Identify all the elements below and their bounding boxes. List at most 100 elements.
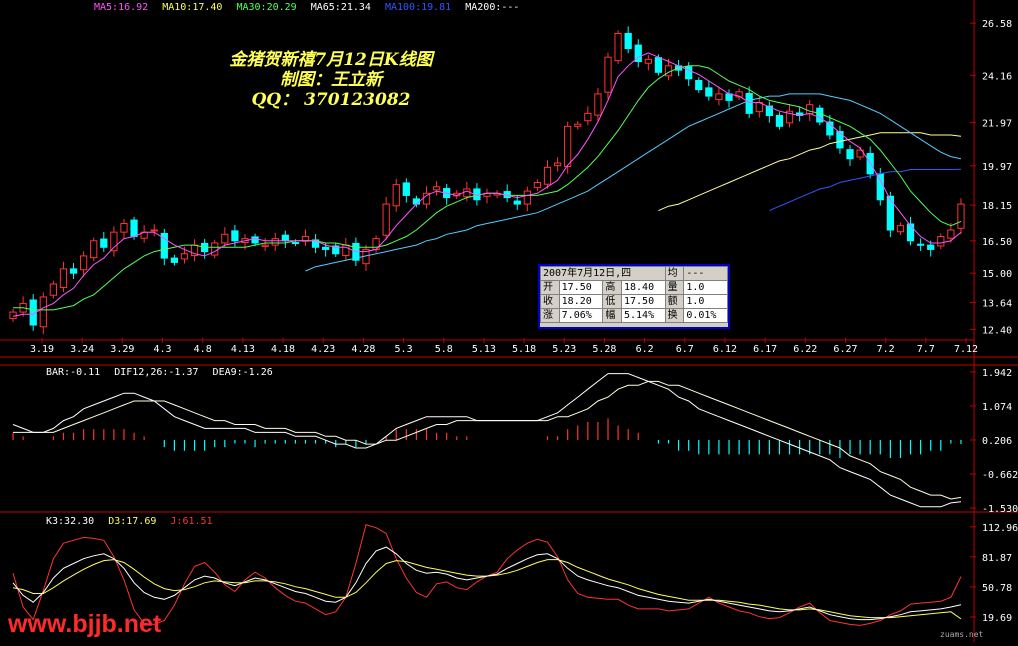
info-value: 17.50 xyxy=(558,280,604,295)
info-value: --- xyxy=(683,266,728,281)
x-tick-label: 4.3 xyxy=(153,344,171,355)
info-label: 高 xyxy=(602,280,622,295)
site-watermark: www.bjjb.net xyxy=(8,610,162,638)
info-value: 18.20 xyxy=(558,294,604,309)
candle-body xyxy=(9,311,17,320)
kdj-legend-item: K3:32.30 xyxy=(46,516,95,527)
x-tick-label: 4.23 xyxy=(311,344,335,355)
candle-body xyxy=(957,203,965,229)
candle-body xyxy=(291,242,300,245)
ma65-line xyxy=(658,132,962,212)
ma-legend-item: MA10:17.40 xyxy=(162,2,223,13)
candle-body xyxy=(906,223,915,242)
x-tick-label: 5.18 xyxy=(512,344,536,355)
y-tick-label: -1.530 xyxy=(982,504,1018,515)
y-tick-label: 0.206 xyxy=(982,436,1012,447)
chart-author: 制图：王立新 xyxy=(280,70,382,90)
candle-body xyxy=(715,93,723,101)
x-tick-label: 7.7 xyxy=(917,344,935,355)
candle-body xyxy=(543,166,552,185)
candle-body xyxy=(705,87,713,97)
candle-body xyxy=(654,57,663,73)
x-tick-label: 6.27 xyxy=(833,344,857,355)
candle-body xyxy=(947,229,955,239)
candle-body xyxy=(271,238,279,246)
candle-body xyxy=(322,246,330,250)
candle-body xyxy=(886,195,894,231)
candle-body xyxy=(574,123,582,127)
y-tick-label: 19.97 xyxy=(982,162,1012,173)
x-tick-label: 6.7 xyxy=(676,344,694,355)
info-label: 幅 xyxy=(602,308,622,323)
y-tick-label: 1.074 xyxy=(982,402,1012,413)
y-tick-label: 19.69 xyxy=(982,613,1012,624)
candle-body xyxy=(90,240,98,259)
y-tick-label: -0.662 xyxy=(982,470,1018,481)
x-tick-label: 4.28 xyxy=(351,344,375,355)
info-label: 额 xyxy=(664,294,685,309)
info-label: 涨 xyxy=(540,308,560,323)
ma5-line xyxy=(12,52,962,317)
candle-body xyxy=(80,255,88,271)
candle-body xyxy=(553,162,562,167)
candle-body xyxy=(170,257,179,263)
x-tick-label: 3.24 xyxy=(70,344,94,355)
candle-body xyxy=(59,268,68,288)
candle-body xyxy=(533,181,542,189)
y-tick-label: 81.87 xyxy=(982,553,1012,564)
y-tick-label: 26.58 xyxy=(982,19,1012,30)
candle-body xyxy=(211,242,219,256)
kdj-legend: K3:32.30 D3:17.69 J:61.51 xyxy=(46,516,221,527)
x-tick-label: 7.12 xyxy=(954,344,978,355)
candle-body xyxy=(261,244,269,247)
dea-line xyxy=(13,380,962,500)
x-tick-label: 5.23 xyxy=(552,344,576,355)
candle-body xyxy=(836,131,844,149)
info-value: 7.06% xyxy=(558,308,604,323)
info-value: 1.0 xyxy=(683,294,728,309)
info-label: 均 xyxy=(664,266,685,281)
info-value: 1.0 xyxy=(683,280,728,295)
ma-legend-item: MA65:21.34 xyxy=(310,2,371,13)
info-label: 量 xyxy=(664,280,685,295)
candle-body xyxy=(876,173,884,201)
candle-body xyxy=(644,58,652,64)
y-tick-label: 15.00 xyxy=(982,269,1012,280)
info-label: 换 xyxy=(664,308,685,323)
y-tick-label: 24.16 xyxy=(982,71,1012,82)
candle-body xyxy=(463,188,471,198)
x-tick-label: 5.13 xyxy=(472,344,496,355)
x-tick-label: 4.8 xyxy=(194,344,212,355)
y-tick-label: 18.15 xyxy=(982,201,1012,212)
kdj-legend-item: J:61.51 xyxy=(170,516,213,527)
candle-body xyxy=(916,243,925,246)
candle-body xyxy=(150,229,158,232)
candle-body xyxy=(564,125,572,167)
candle-body xyxy=(69,268,78,274)
candle-body xyxy=(251,236,259,244)
quote-info-box: 2007年7月12日,四 均 --- 开 17.50 高 18.40 量 1.0… xyxy=(538,264,730,329)
y-tick-label: 1.942 xyxy=(982,368,1012,379)
macd-legend: BAR:-0.11 DIF12,26:-1.37 DEA9:-1.26 xyxy=(46,367,281,378)
candle-body xyxy=(745,92,753,114)
x-tick-label: 4.18 xyxy=(271,344,295,355)
candle-body xyxy=(523,190,531,205)
x-tick-label: 3.29 xyxy=(110,344,134,355)
macd-legend-item: DEA9:-1.26 xyxy=(212,367,273,378)
x-tick-label: 6.12 xyxy=(713,344,737,355)
candle-body xyxy=(513,200,521,205)
y-tick-label: 112.96 xyxy=(982,523,1018,534)
x-tick-label: 5.28 xyxy=(592,344,616,355)
x-tick-label: 3.19 xyxy=(30,344,54,355)
chart-svg: 26.58 24.16 21.97 19.97 18.15 16.50 15.00 13.64… xyxy=(0,0,1018,642)
candle-body xyxy=(695,80,703,91)
candle-body xyxy=(896,225,905,233)
x-tick-label: 6.22 xyxy=(793,344,817,355)
candle-body xyxy=(775,115,784,127)
x-tick-label: 6.17 xyxy=(753,344,777,355)
candle-body xyxy=(231,230,239,242)
y-tick-label: 12.40 xyxy=(982,325,1012,336)
info-value: 17.50 xyxy=(620,294,666,309)
y-tick-label: 50.78 xyxy=(982,583,1012,594)
x-tick-label: 5.3 xyxy=(395,344,413,355)
